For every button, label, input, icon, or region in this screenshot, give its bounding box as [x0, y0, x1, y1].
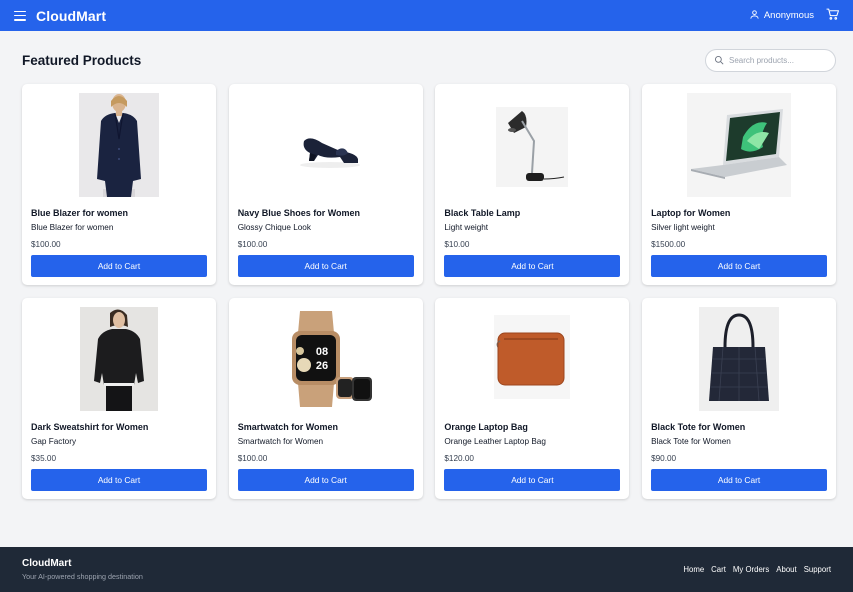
hamburger-menu-icon[interactable]	[14, 10, 26, 21]
add-to-cart-button[interactable]: Add to Cart	[31, 255, 207, 277]
product-description: Orange Leather Laptop Bag	[444, 437, 546, 446]
product-image	[444, 93, 620, 197]
top-navbar: CloudMart Anonymous	[0, 0, 853, 31]
shopping-cart-icon	[826, 8, 839, 23]
watch-minute: 26	[316, 360, 328, 372]
product-price: $10.00	[444, 240, 470, 249]
product-image	[31, 93, 207, 197]
add-to-cart-button[interactable]: Add to Cart	[31, 469, 207, 491]
footer-link-about[interactable]: About	[776, 565, 796, 574]
search-input[interactable]	[729, 56, 829, 65]
footer-tagline: Your AI-powered shopping destination	[22, 572, 143, 581]
product-image	[651, 307, 827, 411]
product-name: Orange Laptop Bag	[444, 422, 528, 432]
product-name: Smartwatch for Women	[237, 422, 339, 432]
user-icon	[749, 9, 760, 23]
footer-link-support[interactable]: Support	[804, 565, 831, 574]
product-name: Black Tote for Women	[651, 422, 746, 432]
product-price: $100.00	[31, 240, 61, 249]
product-price: $90.00	[651, 454, 677, 463]
product-description: Smartwatch for Women	[237, 437, 324, 446]
site-footer: CloudMart Your AI-powered shopping desti…	[0, 547, 853, 592]
page-title: Featured Products	[22, 53, 142, 68]
product-card[interactable]: 08 26 Smartwatch for Women Smartwatch fo…	[228, 298, 423, 499]
product-description: Glossy Chique Look	[237, 223, 311, 232]
product-description: Blue Blazer for women	[31, 223, 114, 232]
add-to-cart-button[interactable]: Add to Cart	[444, 255, 621, 277]
product-grid: Blue Blazer for women Blue Blazer for wo…	[22, 84, 837, 499]
add-to-cart-button[interactable]: Add to Cart	[651, 255, 828, 277]
product-price: $1500.00	[651, 240, 686, 249]
brand-logo[interactable]: CloudMart	[36, 8, 106, 24]
add-to-cart-button[interactable]: Add to Cart	[651, 469, 828, 491]
footer-brand: CloudMart	[22, 558, 72, 569]
product-description: Gap Factory	[31, 437, 77, 446]
footer-link-my-orders[interactable]: My Orders	[733, 565, 769, 574]
product-name: Blue Blazer for women	[31, 208, 129, 218]
footer-nav: Home Cart My Orders About Support	[683, 565, 831, 574]
search-icon	[714, 52, 724, 70]
product-card[interactable]: Orange Laptop Bag Orange Leather Laptop …	[435, 298, 630, 499]
product-name: Laptop for Women	[651, 208, 731, 218]
product-card[interactable]: Black Table Lamp Light weight $10.00 Add…	[435, 84, 630, 285]
product-description: Light weight	[444, 223, 489, 232]
add-to-cart-button[interactable]: Add to Cart	[237, 469, 414, 491]
user-menu[interactable]: Anonymous	[749, 9, 814, 23]
product-card[interactable]: Dark Sweatshirt for Women Gap Factory $3…	[22, 298, 216, 499]
product-price: $35.00	[31, 454, 57, 463]
product-image	[444, 307, 620, 411]
product-image	[238, 93, 414, 197]
add-to-cart-button[interactable]: Add to Cart	[237, 255, 414, 277]
watch-hour: 08	[316, 346, 328, 358]
product-image	[31, 307, 207, 411]
search-box[interactable]	[705, 49, 836, 72]
footer-link-home[interactable]: Home	[683, 565, 704, 574]
product-card[interactable]: Laptop for Women Silver light weight $15…	[642, 84, 837, 285]
cart-button[interactable]	[826, 8, 839, 23]
product-name: Black Table Lamp	[444, 208, 521, 218]
product-image	[651, 93, 827, 197]
add-to-cart-button[interactable]: Add to Cart	[444, 469, 621, 491]
product-card[interactable]: Blue Blazer for women Blue Blazer for wo…	[22, 84, 216, 285]
product-card[interactable]: Navy Blue Shoes for Women Glossy Chique …	[228, 84, 423, 285]
product-price: $100.00	[237, 454, 268, 463]
product-description: Silver light weight	[651, 223, 715, 232]
footer-brand-block: CloudMart Your AI-powered shopping desti…	[22, 558, 143, 581]
product-image: 08 26	[238, 307, 414, 411]
product-name: Dark Sweatshirt for Women	[31, 422, 149, 432]
nav-right: Anonymous	[749, 8, 839, 23]
user-name: Anonymous	[763, 10, 814, 21]
footer-link-cart[interactable]: Cart	[711, 565, 726, 574]
product-description: Black Tote for Women	[651, 437, 731, 446]
product-price: $100.00	[237, 240, 268, 249]
product-name: Navy Blue Shoes for Women	[237, 208, 361, 218]
product-price: $120.00	[444, 454, 474, 463]
product-card[interactable]: Black Tote for Women Black Tote for Wome…	[642, 298, 837, 499]
